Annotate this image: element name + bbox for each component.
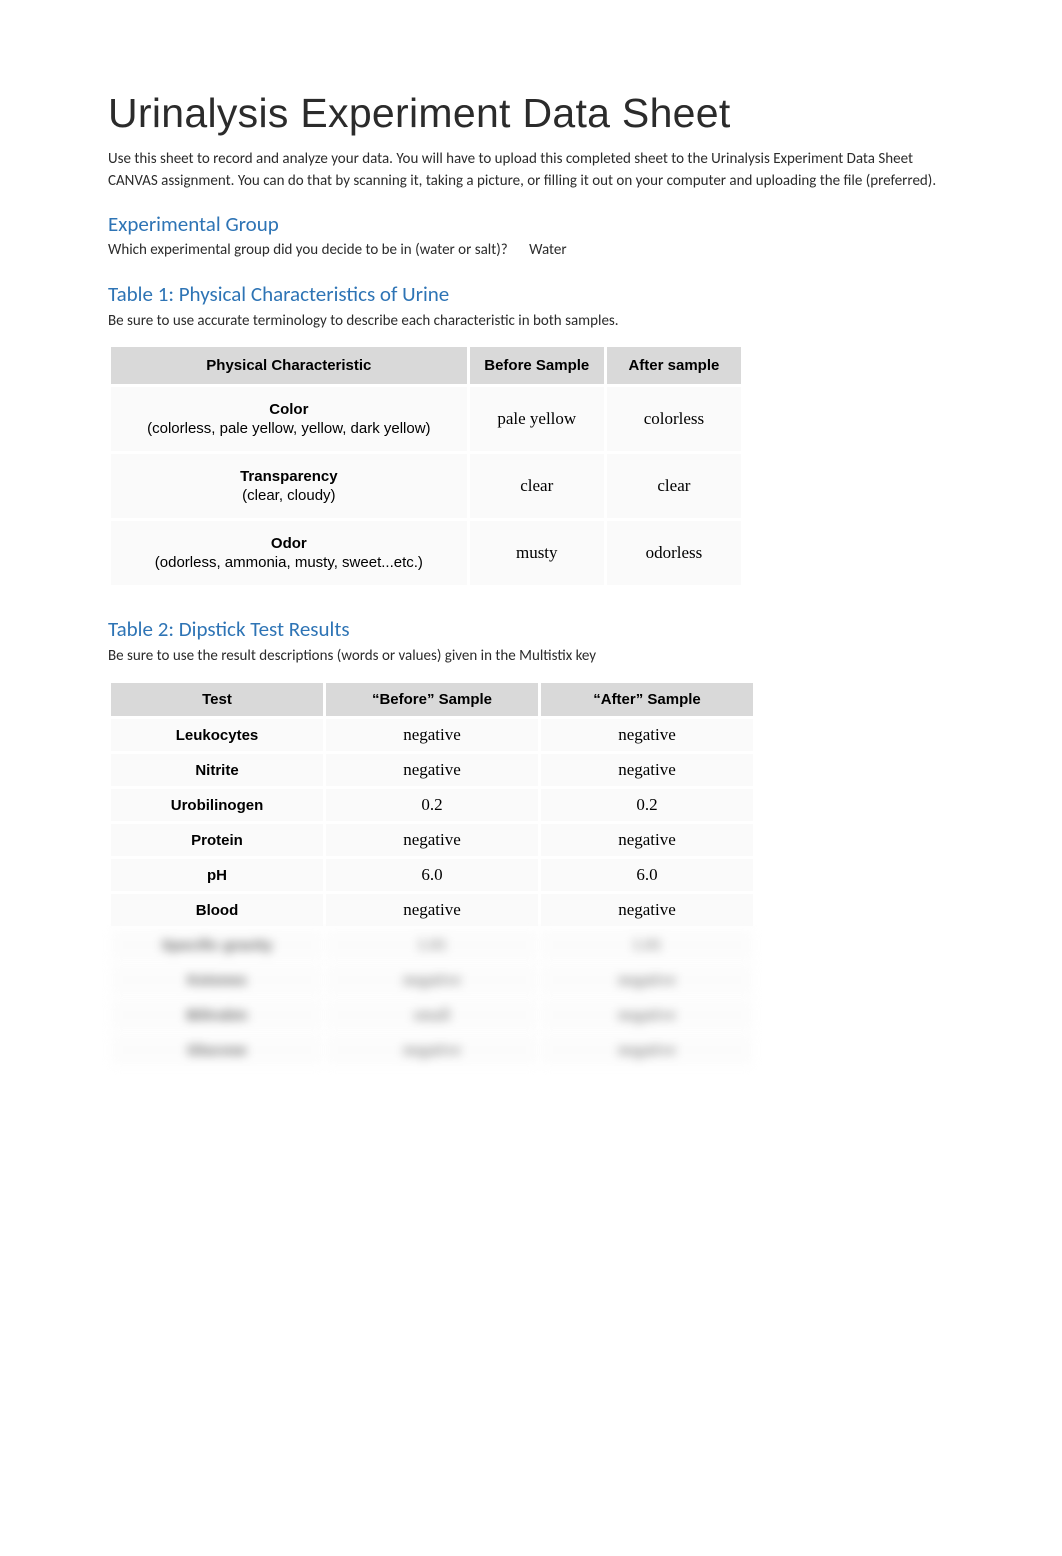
protein-after: negative — [541, 824, 753, 856]
color-after: colorless — [607, 387, 741, 451]
experimental-group-heading: Experimental Group — [108, 211, 954, 237]
cell-blurred: 1.01 — [326, 929, 538, 961]
row-label-sub: (odorless, ammonia, musty, sweet...etc.) — [119, 554, 459, 571]
protein-before: negative — [326, 824, 538, 856]
transparency-before: clear — [470, 454, 604, 518]
table2-section: Table 2: Dipstick Test Results Be sure t… — [108, 616, 954, 1069]
cell-blurred: negative — [326, 1034, 538, 1066]
table-row-blurred: Ketones negative negative — [111, 964, 753, 996]
nitrite-before: negative — [326, 754, 538, 786]
table-row-blurred: Bilirubin small negative — [111, 999, 753, 1031]
blood-before: negative — [326, 894, 538, 926]
table-row: Protein negative negative — [111, 824, 753, 856]
urobilinogen-after: 0.2 — [541, 789, 753, 821]
row-label-main: Transparency — [119, 468, 459, 485]
table1-header-after: After sample — [607, 347, 741, 384]
leukocytes-before: negative — [326, 719, 538, 751]
table2-header-before: “Before” Sample — [326, 683, 538, 716]
table-row: Transparency (clear, cloudy) clear clear — [111, 454, 741, 518]
test-urobilinogen: Urobilinogen — [111, 789, 323, 821]
physical-characteristics-table: Physical Characteristic Before Sample Af… — [108, 344, 744, 588]
test-blurred: Glucose — [111, 1034, 323, 1066]
document-title: Urinalysis Experiment Data Sheet — [108, 90, 954, 137]
color-before: pale yellow — [470, 387, 604, 451]
table2-header-after: “After” Sample — [541, 683, 753, 716]
cell-blurred: negative — [326, 964, 538, 996]
row-label-sub: (clear, cloudy) — [119, 487, 459, 504]
test-blurred: Bilirubin — [111, 999, 323, 1031]
row-label-main: Color — [119, 401, 459, 418]
table2-description: Be sure to use the result descriptions (… — [108, 646, 954, 668]
experimental-group-question: Which experimental group did you decide … — [108, 241, 508, 259]
cell-blurred: negative — [541, 1034, 753, 1066]
row-label-sub: (colorless, pale yellow, yellow, dark ye… — [119, 420, 459, 437]
cell-blurred: small — [326, 999, 538, 1031]
test-nitrite: Nitrite — [111, 754, 323, 786]
row-label-main: Odor — [119, 535, 459, 552]
transparency-after: clear — [607, 454, 741, 518]
table-row: Leukocytes negative negative — [111, 719, 753, 751]
table-header-row: Test “Before” Sample “After” Sample — [111, 683, 753, 716]
table-row: Color (colorless, pale yellow, yellow, d… — [111, 387, 741, 451]
table1-header-before: Before Sample — [470, 347, 604, 384]
test-blurred: Ketones — [111, 964, 323, 996]
blood-after: negative — [541, 894, 753, 926]
test-blurred: Specific gravity — [111, 929, 323, 961]
table-row: Nitrite negative negative — [111, 754, 753, 786]
table-row: Urobilinogen 0.2 0.2 — [111, 789, 753, 821]
row-label-transparency: Transparency (clear, cloudy) — [111, 454, 467, 518]
ph-after: 6.0 — [541, 859, 753, 891]
urobilinogen-before: 0.2 — [326, 789, 538, 821]
leukocytes-after: negative — [541, 719, 753, 751]
table-row-blurred: Glucose negative negative — [111, 1034, 753, 1066]
experimental-group-section: Experimental Group Which experimental gr… — [108, 211, 954, 259]
test-leukocytes: Leukocytes — [111, 719, 323, 751]
row-label-odor: Odor (odorless, ammonia, musty, sweet...… — [111, 521, 467, 585]
dipstick-results-table: Test “Before” Sample “After” Sample Leuk… — [108, 680, 756, 1069]
table-header-row: Physical Characteristic Before Sample Af… — [111, 347, 741, 384]
table-row-blurred: Specific gravity 1.01 1.01 — [111, 929, 753, 961]
odor-before: musty — [470, 521, 604, 585]
cell-blurred: negative — [541, 999, 753, 1031]
cell-blurred: 1.01 — [541, 929, 753, 961]
test-blood: Blood — [111, 894, 323, 926]
experimental-group-line: Which experimental group did you decide … — [108, 241, 954, 259]
table1-section: Table 1: Physical Characteristics of Uri… — [108, 281, 954, 589]
table-row: pH 6.0 6.0 — [111, 859, 753, 891]
table1-header-characteristic: Physical Characteristic — [111, 347, 467, 384]
intro-paragraph: Use this sheet to record and analyze you… — [108, 149, 954, 193]
table-row: Odor (odorless, ammonia, musty, sweet...… — [111, 521, 741, 585]
table1-description: Be sure to use accurate terminology to d… — [108, 311, 954, 333]
table-row: Blood negative negative — [111, 894, 753, 926]
cell-blurred: negative — [541, 964, 753, 996]
table2-header-test: Test — [111, 683, 323, 716]
test-ph: pH — [111, 859, 323, 891]
table2-heading: Table 2: Dipstick Test Results — [108, 616, 954, 642]
row-label-color: Color (colorless, pale yellow, yellow, d… — [111, 387, 467, 451]
ph-before: 6.0 — [326, 859, 538, 891]
odor-after: odorless — [607, 521, 741, 585]
test-protein: Protein — [111, 824, 323, 856]
experimental-group-answer: Water — [529, 241, 566, 259]
nitrite-after: negative — [541, 754, 753, 786]
table1-heading: Table 1: Physical Characteristics of Uri… — [108, 281, 954, 307]
